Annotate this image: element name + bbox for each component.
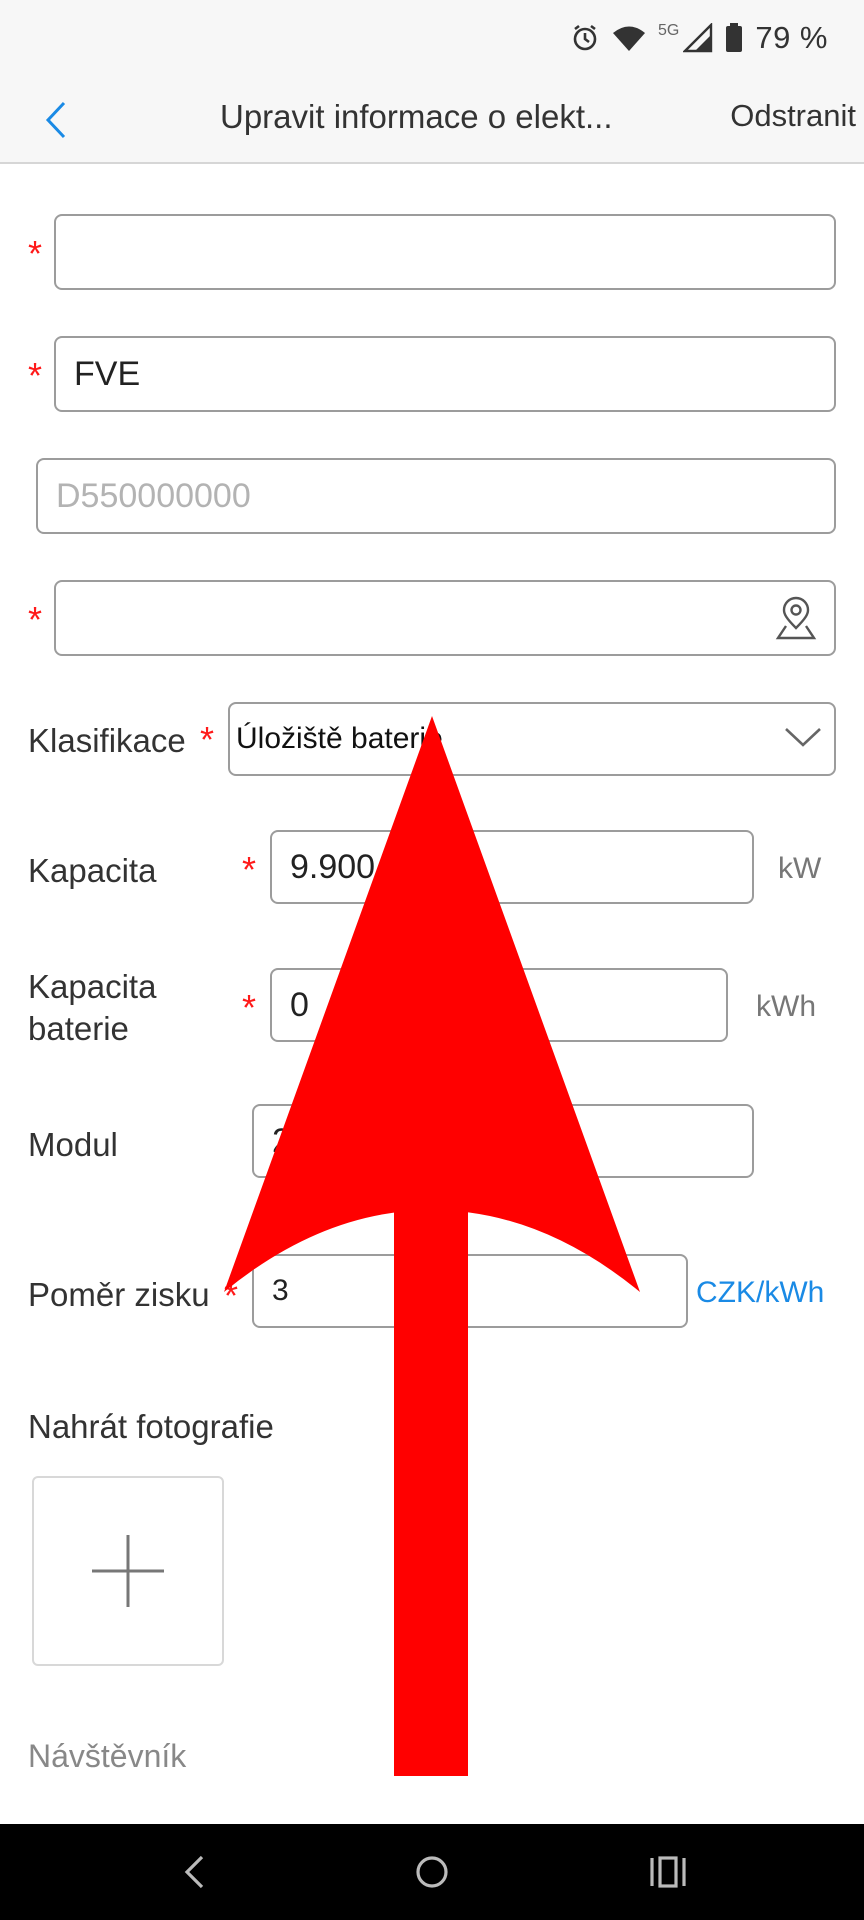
capacity-input[interactable]: 9.900	[270, 830, 754, 904]
location-pin-icon[interactable]	[774, 596, 818, 651]
address-input[interactable]	[54, 580, 836, 656]
module-input[interactable]: 2	[252, 1104, 754, 1178]
battery-capacity-unit: kWh	[756, 990, 816, 1023]
type-input-value: FVE	[74, 354, 141, 393]
upload-photo-button[interactable]	[32, 1476, 224, 1666]
profit-ratio-unit[interactable]: CZK/kWh	[696, 1276, 824, 1310]
profit-ratio-label: Poměr zisku	[28, 1276, 210, 1313]
capacity-value: 9.900	[290, 847, 376, 886]
classification-label: Klasifikace	[28, 722, 186, 759]
required-mark: *	[28, 599, 43, 640]
recents-nav-icon[interactable]	[644, 1848, 692, 1896]
module-label: Modul	[28, 1126, 118, 1163]
upload-photos-title: Nahrát fotografie	[28, 1408, 274, 1445]
plus-icon	[92, 1535, 164, 1607]
serial-input-placeholder: D550000000	[56, 476, 251, 515]
status-icons: 5G 79 %	[570, 16, 828, 60]
required-mark: *	[224, 1275, 239, 1316]
battery-capacity-input[interactable]: 0	[270, 968, 728, 1042]
profit-ratio-input[interactable]: 3	[252, 1254, 688, 1328]
type-input[interactable]: FVE	[54, 336, 836, 412]
signal-icon	[683, 23, 713, 53]
system-nav-bar	[0, 1824, 864, 1920]
battery-level: 79 %	[755, 20, 828, 55]
battery-icon	[725, 23, 743, 53]
battery-capacity-label: Kapacita baterie	[28, 968, 157, 1047]
module-value: 2	[272, 1121, 291, 1160]
battery-capacity-value: 0	[290, 985, 309, 1024]
alarm-icon	[570, 23, 600, 53]
delete-button[interactable]: Odstranit	[730, 98, 856, 134]
home-nav-icon[interactable]	[408, 1848, 456, 1896]
visitor-label: Návštěvník	[28, 1738, 187, 1774]
name-input[interactable]	[54, 214, 836, 290]
capacity-unit: kW	[778, 852, 822, 885]
required-mark: *	[200, 719, 215, 760]
required-mark: *	[242, 987, 257, 1028]
network-type: 5G	[657, 22, 680, 39]
app-header: Upravit informace o elekt... Odstranit	[0, 76, 864, 164]
classification-value: Úložiště baterie	[236, 722, 443, 755]
page-title: Upravit informace o elekt...	[220, 98, 613, 135]
required-mark: *	[242, 849, 257, 890]
chevron-left-icon	[45, 101, 66, 139]
serial-input[interactable]: D550000000	[36, 458, 836, 534]
profit-ratio-value: 3	[272, 1274, 289, 1307]
wifi-icon	[612, 24, 646, 52]
back-button[interactable]	[36, 96, 76, 144]
status-bar: 5G 79 %	[0, 0, 864, 76]
capacity-label: Kapacita	[28, 852, 157, 889]
chevron-down-icon	[784, 722, 822, 756]
classification-select[interactable]: Úložiště baterie	[228, 702, 836, 776]
back-nav-icon[interactable]	[170, 1848, 218, 1896]
required-mark: *	[28, 233, 43, 274]
required-mark: *	[28, 355, 43, 396]
